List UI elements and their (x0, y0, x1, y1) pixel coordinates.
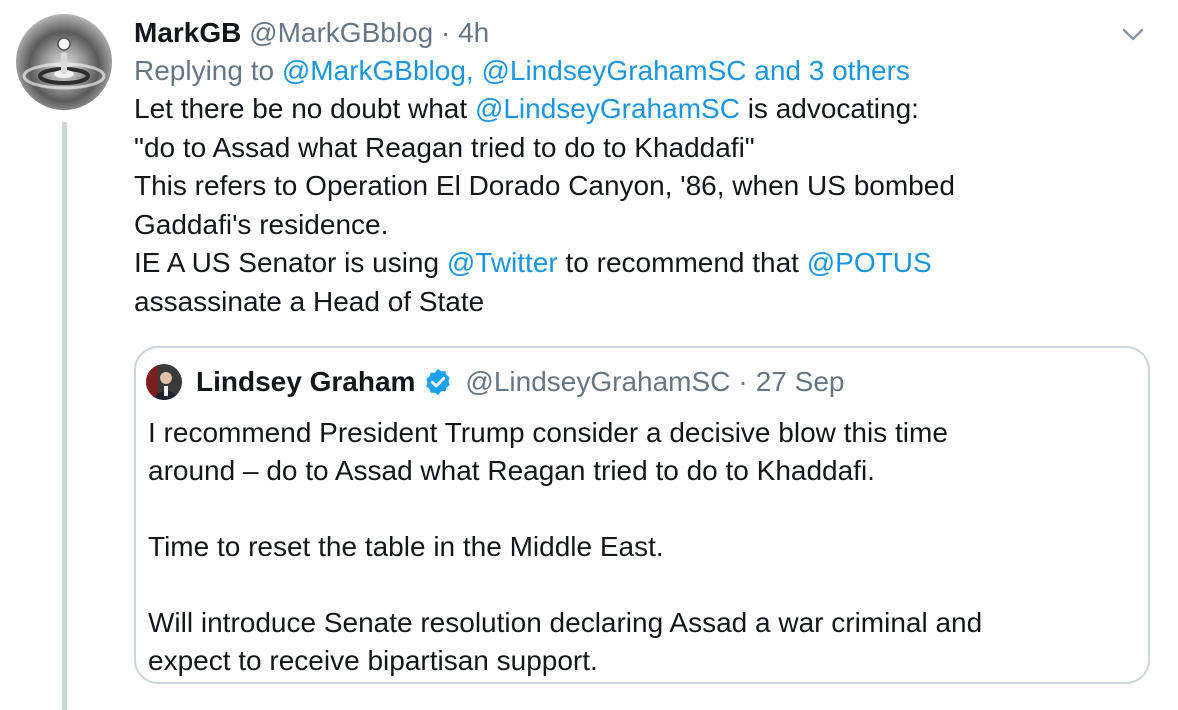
tweet-line: Gaddafi's residence. (134, 208, 389, 240)
replying-to: Replying to @MarkGBblog, @LindseyGrahamS… (134, 52, 1154, 90)
tweet: MarkGB @MarkGBblog · 4h Replying to @Mar… (0, 0, 1178, 710)
tweet-text: Let there be no doubt what @LindseyGraha… (134, 90, 1154, 321)
timestamp[interactable]: 4h (458, 17, 489, 48)
quoted-tweet[interactable]: Lindsey Graham @LindseyGrahamSC · 27 Sep… (134, 346, 1150, 684)
text-span: to recommend that (565, 247, 799, 278)
tweet-line: assassinate a Head of State (134, 285, 485, 317)
text-span: Let there be no doubt what (134, 93, 468, 124)
reply-mention-markgbblog[interactable]: @MarkGBblog, (282, 55, 474, 86)
quoted-tweet-text: I recommend President Trump consider a d… (148, 414, 1138, 680)
replying-to-label: Replying to (134, 55, 275, 86)
avatar[interactable] (16, 14, 112, 110)
quoted-date: 27 Sep (755, 366, 845, 397)
quoted-paragraph: Time to reset the table in the Middle Ea… (148, 531, 664, 562)
tweet-line: This refers to Operation El Dorado Canyo… (134, 170, 955, 201)
text-span: around – do to Assad what Reagan tried t… (148, 455, 875, 486)
tweet-content: MarkGB @MarkGBblog · 4h Replying to @Mar… (134, 14, 1154, 321)
reply-others-link[interactable]: and 3 others (754, 55, 910, 86)
mention-lindseygrahamsc[interactable]: @LindseyGrahamSC (475, 93, 740, 124)
quoted-avatar-image (146, 364, 182, 400)
text-span: expect to receive bipartisan support. (148, 645, 598, 676)
separator: · (440, 17, 451, 48)
quoted-tweet-header: Lindsey Graham @LindseyGrahamSC · 27 Sep (146, 364, 844, 400)
mention-potus[interactable]: @POTUS (807, 247, 932, 278)
tweet-header: MarkGB @MarkGBblog · 4h (134, 14, 1154, 52)
text-span: I recommend President Trump consider a d… (148, 417, 948, 448)
water-drop-avatar-image (16, 14, 112, 110)
tweet-line: "do to Assad what Reagan tried to do to … (134, 131, 755, 163)
text-span: Will introduce Senate resolution declari… (148, 607, 983, 638)
reply-mention-lindseygrahamsc[interactable]: @LindseyGrahamSC (481, 55, 746, 86)
verified-badge-icon (423, 367, 453, 397)
text-span: IE A US Senator is using (134, 247, 440, 278)
quoted-user-handle: @LindseyGrahamSC (465, 366, 731, 397)
separator: · (738, 366, 748, 397)
quoted-paragraph: Will introduce Senate resolution declari… (148, 604, 1138, 680)
thread-line (62, 122, 67, 710)
display-name[interactable]: MarkGB (134, 17, 241, 48)
tweet-line: IE A US Senator is using @Twitter to rec… (134, 244, 1154, 283)
quoted-display-name: Lindsey Graham (196, 366, 416, 397)
mention-twitter[interactable]: @Twitter (447, 247, 558, 278)
quoted-avatar[interactable] (146, 364, 182, 400)
quoted-paragraph: I recommend President Trump consider a d… (148, 414, 1138, 490)
text-span: is advocating: (747, 93, 919, 124)
user-handle[interactable]: @MarkGBblog (249, 17, 433, 48)
tweet-line: Let there be no doubt what @LindseyGraha… (134, 90, 1154, 129)
